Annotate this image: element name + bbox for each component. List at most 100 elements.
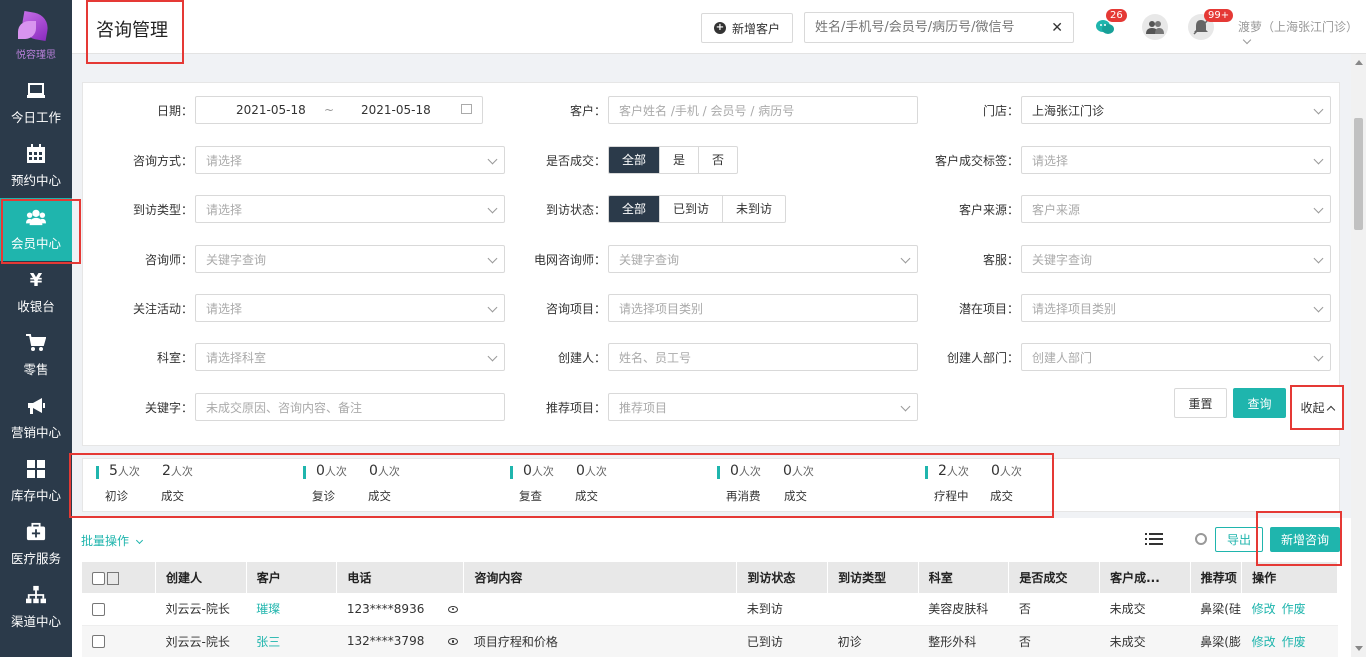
- customer-input[interactable]: 客户姓名 /手机 / 会员号 / 病历号: [608, 96, 918, 124]
- scroll-down-icon[interactable]: [1355, 646, 1363, 651]
- store-select[interactable]: 上海张江门诊: [1021, 96, 1331, 124]
- row-checkbox[interactable]: [92, 635, 105, 648]
- phone-text: 123****8936: [346, 601, 425, 616]
- creator-input[interactable]: 姓名、员工号: [608, 343, 918, 371]
- new-customer-label: 新增客户: [731, 21, 780, 36]
- new-customer-button[interactable]: + 新增客户: [701, 13, 793, 43]
- chevron-down-icon[interactable]: [107, 571, 119, 585]
- logo-text: 悦容瑾思: [16, 50, 56, 61]
- phone-cell: 132****3798: [336, 625, 464, 657]
- sidebar: 悦容瑾思 今日工作 预约中心 会员中心 ¥ 收银台 零售 营销中心 库存中心 医…: [0, 0, 81, 657]
- col-dept: 科室: [918, 562, 1010, 593]
- method-select[interactable]: 请选择: [195, 146, 505, 174]
- edit-link[interactable]: 修改: [1252, 602, 1276, 616]
- activity-label: 关注活动：: [132, 302, 193, 316]
- collapse-label: 收起: [1300, 401, 1325, 415]
- customer-cell[interactable]: 张三: [246, 625, 337, 657]
- visit-status-not-visited[interactable]: 未到访: [722, 196, 785, 222]
- logo[interactable]: 悦容瑾思: [0, 0, 72, 72]
- deal-option-yes[interactable]: 是: [659, 147, 698, 173]
- row-checkbox-cell[interactable]: [82, 593, 156, 626]
- dept-select[interactable]: 请选择科室: [195, 343, 505, 371]
- deal-tag-select[interactable]: 请选择: [1021, 146, 1331, 174]
- deal-tag-placeholder: 请选择: [1032, 153, 1069, 168]
- notification-button[interactable]: 99+: [1188, 9, 1234, 40]
- row-checkbox[interactable]: [92, 602, 105, 616]
- row-checkbox-cell[interactable]: [82, 625, 156, 657]
- service-select[interactable]: 关键字查询: [1021, 245, 1331, 273]
- yen-icon: ¥: [29, 269, 43, 291]
- page-scrollbar[interactable]: [1351, 54, 1366, 657]
- visit-status-visited[interactable]: 已到访: [659, 196, 722, 222]
- global-search-input[interactable]: [815, 20, 1052, 35]
- source-select[interactable]: 客户来源: [1021, 195, 1331, 223]
- nav-item-cashier[interactable]: ¥ 收银台: [0, 261, 72, 324]
- chevron-down-icon: [135, 536, 143, 545]
- dept-label: 科室：: [156, 351, 193, 365]
- visit-type-cell: 初诊: [827, 625, 919, 657]
- reset-button[interactable]: 重置: [1174, 388, 1227, 418]
- nav-label: 渠道中心: [10, 614, 61, 629]
- nav-item-marketing[interactable]: 营销中心: [0, 387, 72, 450]
- online-consultant-select[interactable]: 关键字查询: [608, 245, 918, 273]
- batch-operation-menu[interactable]: 批量操作: [81, 532, 143, 549]
- stats-highlight-box: [69, 453, 1054, 518]
- keyword-label: 关键字：: [144, 401, 193, 415]
- monitor-icon: [26, 81, 46, 101]
- nav-item-today-work[interactable]: 今日工作: [0, 72, 72, 135]
- select-all-cell[interactable]: [82, 562, 157, 593]
- nav-item-member[interactable]: 会员中心: [0, 198, 81, 264]
- table-row[interactable]: 刘云云-院长 张三 132****3798 项目疗程和价格 已到访 初诊 整形外…: [82, 625, 1338, 657]
- deal-cell: 否: [1008, 593, 1100, 626]
- table-row[interactable]: 刘云云-院长 璀璨 123****8936 未到访 美容皮肤科 否 未成交 鼻梁…: [82, 593, 1338, 626]
- team-button[interactable]: [1142, 14, 1168, 40]
- nav-item-channel[interactable]: 渠道中心: [0, 576, 72, 639]
- recommend-cell: 鼻梁(膨: [1190, 625, 1242, 657]
- date-from: 2021-05-18: [236, 103, 306, 117]
- creator-dept-select[interactable]: 创建人部门: [1021, 343, 1331, 371]
- visit-status-all[interactable]: 全部: [609, 196, 660, 222]
- query-button[interactable]: 查询: [1233, 388, 1286, 418]
- activity-select[interactable]: 请选择: [195, 294, 505, 322]
- collapse-button[interactable]: 收起: [1290, 385, 1344, 430]
- deal-option-no[interactable]: 否: [698, 147, 737, 173]
- consult-table: 创建人 客户 电话 咨询内容 到访状态 到访类型 科室 是否成交 客户成... …: [82, 562, 1338, 657]
- void-link[interactable]: 作废: [1282, 602, 1306, 616]
- wechat-button[interactable]: 26: [1092, 9, 1127, 40]
- customer-link[interactable]: 璀璨: [256, 602, 280, 616]
- eye-icon[interactable]: [448, 605, 459, 613]
- consultant-select[interactable]: 关键字查询: [195, 245, 505, 273]
- visit-type-select[interactable]: 请选择: [195, 195, 505, 223]
- service-placeholder: 关键字查询: [1032, 252, 1093, 267]
- online-consultant-placeholder: 关键字查询: [619, 252, 680, 267]
- potential-select[interactable]: 请选择项目类别: [1021, 294, 1331, 322]
- nav-item-medical[interactable]: 医疗服务: [0, 513, 72, 576]
- user-menu[interactable]: 渡萝（上海张江门诊）: [1238, 18, 1366, 49]
- customer-cell[interactable]: 璀璨: [246, 593, 337, 626]
- nav-item-retail[interactable]: 零售: [0, 324, 72, 387]
- nav-label: 库存中心: [10, 488, 61, 503]
- users-icon: [26, 207, 46, 227]
- select-all-checkbox[interactable]: [92, 571, 105, 585]
- chevron-down-icon: [1242, 35, 1252, 45]
- col-deal-tag: 客户成...: [1099, 562, 1191, 593]
- scroll-thumb[interactable]: [1354, 118, 1363, 230]
- recommend-select[interactable]: 推荐项目: [608, 393, 918, 421]
- keyword-input[interactable]: 未成交原因、咨询内容、备注: [195, 393, 505, 421]
- item-select[interactable]: 请选择项目类别: [608, 294, 918, 322]
- dept-cell: 美容皮肤科: [918, 593, 1009, 626]
- deal-option-all[interactable]: 全部: [609, 147, 660, 173]
- nav-item-inventory[interactable]: 库存中心: [0, 450, 72, 513]
- clear-search-icon[interactable]: ✕: [1051, 20, 1063, 36]
- edit-link[interactable]: 修改: [1252, 635, 1276, 649]
- void-link[interactable]: 作废: [1282, 635, 1306, 649]
- filter-panel: 日期： 2021-05-18 ~ 2021-05-18 客户： 客户姓名 /手机…: [82, 82, 1344, 446]
- customer-link[interactable]: 张三: [256, 635, 280, 649]
- date-range-picker[interactable]: 2021-05-18 ~ 2021-05-18: [195, 96, 483, 124]
- list-view-icon[interactable]: [1145, 532, 1163, 546]
- gear-icon[interactable]: [1195, 533, 1207, 545]
- eye-icon[interactable]: [448, 638, 459, 645]
- scroll-up-icon[interactable]: [1355, 60, 1363, 65]
- cart-icon: [26, 333, 46, 353]
- nav-item-appointment[interactable]: 预约中心: [0, 135, 72, 198]
